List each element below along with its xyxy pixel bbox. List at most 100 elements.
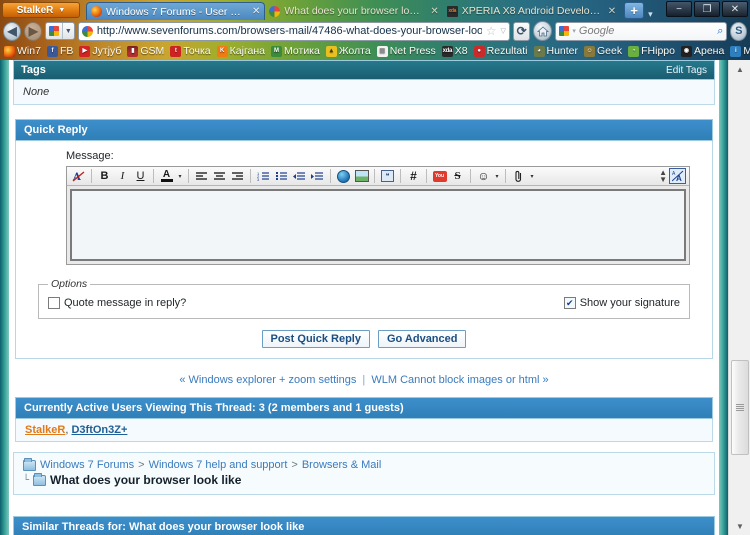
page-content: Tags Edit Tags None Quick Reply Message:…: [9, 60, 719, 535]
underline-button[interactable]: U: [132, 168, 149, 184]
align-left-icon[interactable]: [193, 168, 210, 184]
active-user-d3fton3z[interactable]: D3ftOn3Z+: [71, 424, 127, 436]
bookmark-motika[interactable]: M Мотика: [269, 45, 322, 57]
previous-thread-link[interactable]: Windows explorer + zoom settings: [189, 374, 357, 386]
bookmark-geek[interactable]: ☺ Geek: [582, 45, 624, 57]
home-button[interactable]: [533, 21, 553, 41]
minimize-button[interactable]: −: [666, 1, 692, 17]
ordered-list-icon[interactable]: 123: [255, 168, 272, 184]
tab-close-icon[interactable]: ✕: [430, 6, 438, 17]
bookmark-x8[interactable]: xda X8: [440, 45, 470, 57]
options-legend: Options: [51, 278, 88, 290]
resize-icon[interactable]: ▲ ▼: [659, 169, 667, 184]
remove-formatting-icon[interactable]: A: [70, 168, 87, 184]
skype-button[interactable]: S: [730, 21, 747, 41]
italic-label: I: [120, 170, 125, 182]
indent-icon[interactable]: [309, 168, 326, 184]
chevron-down-icon[interactable]: ▼: [61, 23, 74, 39]
tab-close-icon[interactable]: ✕: [252, 6, 260, 17]
k-icon: K: [216, 45, 228, 57]
scroll-up-button[interactable]: ▲: [729, 60, 750, 78]
post-quick-reply-button[interactable]: Post Quick Reply: [261, 330, 370, 348]
bookmark-kajgana[interactable]: K Кајгана: [215, 45, 267, 57]
tab-xperia-x8-android-development[interactable]: xda XPERIA X8 Android Development - x...…: [443, 2, 620, 20]
chevron-down-icon[interactable]: ▾: [572, 27, 576, 35]
breadcrumb-item-help-and-support[interactable]: Windows 7 help and support: [149, 459, 288, 471]
quote-message-checkbox[interactable]: [48, 297, 60, 309]
forward-button[interactable]: ▶: [24, 21, 43, 41]
search-bar[interactable]: ▾ Google ⌕: [555, 21, 728, 41]
list-all-tabs-icon[interactable]: ▾: [648, 9, 653, 20]
toggle-editor-icon[interactable]: AA: [669, 168, 686, 184]
quick-reply-panel: Quick Reply Message: A B I U: [15, 119, 713, 359]
persona-label: StalkeR: [16, 4, 54, 16]
prev-arrow-icon: «: [179, 374, 186, 386]
bookmark-jutjub[interactable]: ▶ Јутјуб: [77, 45, 123, 57]
chevron-down-icon[interactable]: ▾: [528, 173, 536, 180]
go-advanced-button[interactable]: Go Advanced: [377, 330, 467, 348]
bookmark-fhippo[interactable]: ◔ FHippo: [626, 45, 677, 57]
bookmark-hunter[interactable]: ◕ Hunter: [532, 45, 581, 57]
tab-windows-7-forums[interactable]: Windows 7 Forums - User Control Pa... ✕: [86, 2, 266, 20]
bookmark-net-press[interactable]: ▤ Net Press: [375, 45, 438, 57]
bookmark-star-icon[interactable]: ☆: [486, 24, 497, 38]
show-signature-option[interactable]: ✔ Show your signature: [563, 297, 680, 309]
breadcrumb-item-forums[interactable]: Windows 7 Forums: [40, 459, 134, 471]
next-thread-link[interactable]: WLM Cannot block images or html: [371, 374, 539, 386]
geek-icon: ☺: [584, 45, 596, 57]
page-right-gutter: [719, 60, 728, 535]
align-center-icon[interactable]: [211, 168, 228, 184]
bookmark-zholta[interactable]: ▲ Жолта: [324, 45, 373, 57]
tab-strip: StalkeR ▼ Windows 7 Forums - User Contro…: [0, 0, 750, 20]
bookmark-makpc[interactable]: iМакРс: [728, 45, 750, 57]
scroll-down-button[interactable]: ▼: [729, 517, 750, 535]
tab-close-icon[interactable]: ✕: [608, 6, 616, 17]
bookmark-win7[interactable]: Win7: [2, 45, 43, 57]
persona-menu-button[interactable]: StalkeR ▼: [2, 2, 80, 18]
new-tab-button[interactable]: +: [624, 2, 645, 19]
toolbar-separator: [400, 169, 401, 183]
chevron-down-icon[interactable]: ▾: [176, 173, 184, 180]
strikethrough-button[interactable]: S: [449, 168, 466, 184]
address-bar[interactable]: http://www.sevenforums.com/browsers-mail…: [77, 21, 510, 41]
page-scrollbar[interactable]: ▲ ▼: [728, 60, 750, 535]
maximize-button[interactable]: ❐: [694, 1, 720, 17]
reload-button[interactable]: ⟳: [512, 21, 531, 41]
search-input[interactable]: Google: [579, 25, 714, 37]
bookmark-tochka[interactable]: t Точка: [168, 45, 212, 57]
insert-image-icon[interactable]: [353, 168, 370, 184]
bookmark-fb[interactable]: f FB: [45, 45, 75, 57]
font-color-button[interactable]: A: [158, 168, 175, 184]
youtube-icon[interactable]: You: [431, 168, 448, 184]
back-button[interactable]: ◀: [3, 21, 22, 41]
active-user-stalker[interactable]: StalkeR: [25, 424, 65, 436]
bullet-list-icon[interactable]: [273, 168, 290, 184]
bookmark-label: Win7: [17, 45, 41, 57]
scrollbar-thumb[interactable]: [731, 360, 749, 455]
bookmark-rezultati[interactable]: ● Rezultati: [472, 45, 530, 57]
insert-quote-icon[interactable]: ❝: [379, 168, 396, 184]
show-signature-checkbox[interactable]: ✔: [563, 297, 576, 309]
breadcrumb-item-browsers-mail[interactable]: Browsers & Mail: [302, 459, 381, 471]
smilie-icon[interactable]: ☺: [475, 168, 492, 184]
close-button[interactable]: ✕: [722, 1, 748, 17]
bookmark-arena[interactable]: ◉ Арена: [679, 45, 726, 57]
insert-code-button[interactable]: #: [405, 168, 422, 184]
bold-button[interactable]: B: [96, 168, 113, 184]
chevron-down-icon[interactable]: ▽: [501, 27, 506, 35]
outdent-icon[interactable]: [291, 168, 308, 184]
message-input[interactable]: [70, 189, 686, 261]
chevron-down-icon[interactable]: ▾: [493, 173, 501, 180]
attachment-icon[interactable]: [510, 168, 527, 184]
insert-link-icon[interactable]: [335, 168, 352, 184]
tab-what-does-your-browser-look-like[interactable]: What does your browser look like - P... …: [265, 2, 442, 20]
tab-label: What does your browser look like - P...: [284, 5, 424, 17]
bookmark-gsm[interactable]: ▮ GSM: [125, 45, 166, 57]
search-icon[interactable]: ⌕: [717, 25, 723, 38]
toolbar-separator: [505, 169, 506, 183]
site-identity-button[interactable]: ▼: [45, 22, 75, 40]
edit-tags-link[interactable]: Edit Tags: [666, 65, 707, 76]
quote-message-option[interactable]: Quote message in reply?: [48, 297, 186, 309]
italic-button[interactable]: I: [114, 168, 131, 184]
align-right-icon[interactable]: [229, 168, 246, 184]
